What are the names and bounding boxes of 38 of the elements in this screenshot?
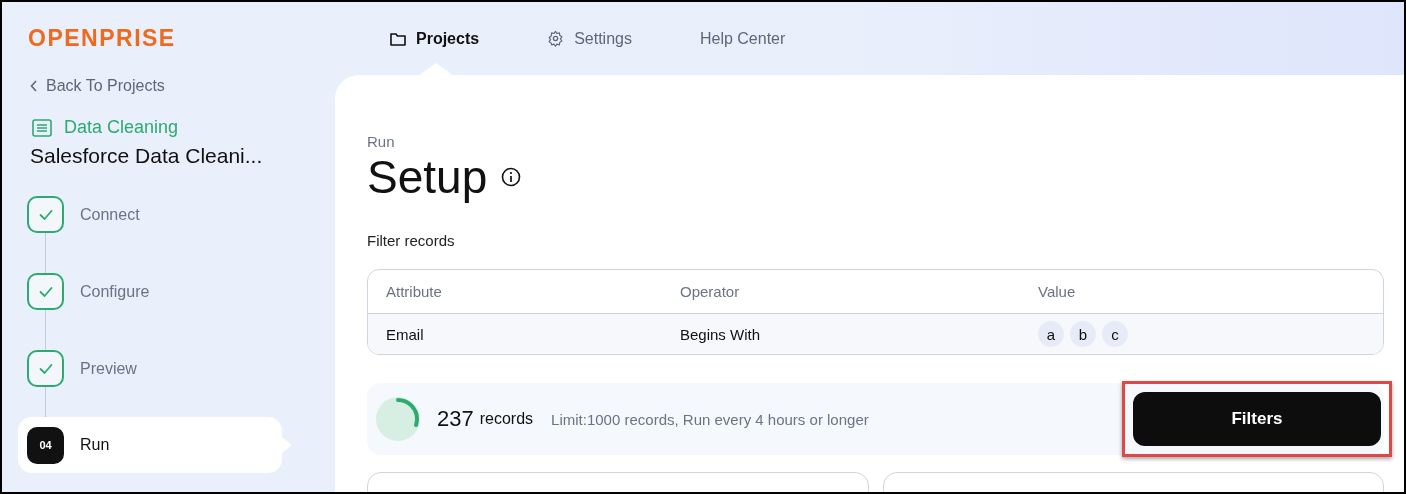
step-label: Preview bbox=[80, 359, 137, 378]
step-item[interactable]: Connect bbox=[16, 196, 335, 233]
check-icon bbox=[27, 273, 64, 310]
folder-icon bbox=[390, 31, 406, 46]
column-header: Value bbox=[1038, 283, 1077, 300]
column-header: Attribute bbox=[386, 283, 443, 300]
logo: OPENPRISE bbox=[28, 25, 176, 52]
breadcrumb: Run bbox=[367, 133, 396, 150]
settings-icon bbox=[547, 30, 565, 47]
step-label: Run bbox=[80, 436, 110, 454]
chevron-left-icon bbox=[30, 80, 38, 92]
check-icon bbox=[27, 196, 64, 233]
value-chip: c bbox=[1102, 321, 1128, 347]
page-title: Setup bbox=[367, 150, 488, 204]
list-icon bbox=[32, 118, 52, 137]
project-title: Salesforce Data Cleani... bbox=[30, 144, 264, 168]
value-chip: a bbox=[1038, 321, 1064, 347]
nav-tab[interactable]: Help Center bbox=[699, 2, 786, 75]
back-link[interactable]: Back To Projects bbox=[30, 77, 335, 95]
step-label: Configure bbox=[80, 282, 150, 301]
step-number: 04 bbox=[27, 426, 64, 464]
step-item[interactable]: Preview bbox=[16, 350, 335, 387]
value-chip: b bbox=[1070, 321, 1096, 347]
nav-tab[interactable]: Settings bbox=[547, 2, 632, 75]
step-label: Connect bbox=[80, 205, 140, 224]
record-unit: records bbox=[479, 410, 534, 428]
column-header: Operator bbox=[680, 283, 741, 300]
limit-text: Limit:1000 records, Run every 4 hours or longer bbox=[551, 410, 869, 428]
category-label: Data Cleaning bbox=[64, 117, 179, 138]
table-cell-text: Email bbox=[386, 325, 425, 343]
filters-button[interactable]: Filters bbox=[1133, 392, 1381, 446]
info-icon[interactable] bbox=[501, 167, 522, 187]
record-count: 237 bbox=[437, 406, 474, 432]
progress-ring bbox=[375, 396, 421, 442]
table-cell-text: Begins With bbox=[680, 325, 762, 343]
step-item[interactable]: Configure bbox=[16, 273, 335, 310]
section-label: Filter records bbox=[367, 232, 456, 249]
check-icon bbox=[27, 350, 64, 387]
